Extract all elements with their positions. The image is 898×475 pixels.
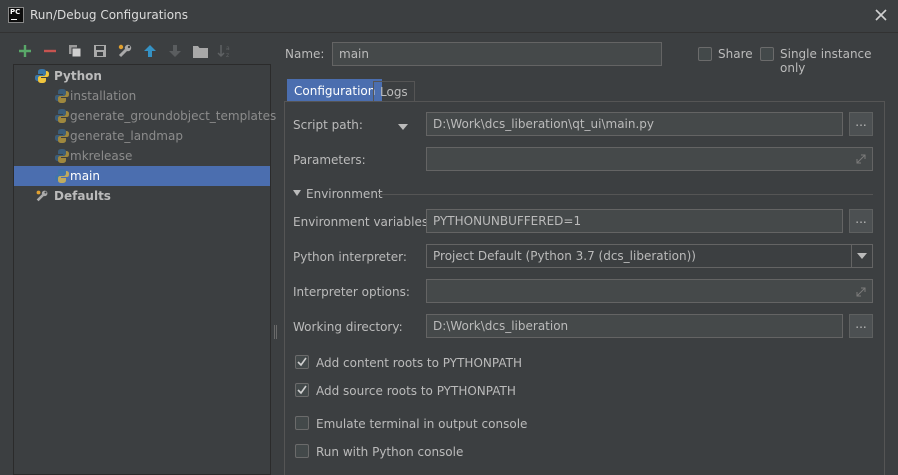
tree-item-label: installation [70,89,137,103]
script-path-type-dropdown[interactable] [398,120,408,134]
close-button[interactable] [872,6,890,24]
tree-item-label: generate_landmap [70,129,183,143]
remove-icon [44,49,56,53]
select-divider [851,245,852,267]
python-icon [55,89,69,103]
interpreter-options-label: Interpreter options: [293,285,410,299]
working-directory-browse-button[interactable]: ... [849,314,873,338]
environment-variables-edit-button[interactable]: ... [849,209,873,233]
wrench-icon [118,44,132,58]
close-icon [875,9,887,21]
script-path-field[interactable]: D:\Work\dcs_liberation\qt_ui\main.py [426,112,843,136]
working-directory-field[interactable]: D:\Work\dcs_liberation [426,314,843,338]
add-content-roots-checkbox[interactable] [295,355,309,369]
tree-item-label: generate_groundobject_templates [70,109,277,123]
environment-variables-field[interactable]: PYTHONUNBUFFERED=1 [426,209,843,233]
move-down-button[interactable] [166,42,184,60]
run-with-python-console-checkbox[interactable] [295,444,309,458]
sort-icon: az [217,45,230,59]
python-interpreter-label: Python interpreter: [293,250,407,264]
svg-text:z: z [226,52,229,59]
remove-button[interactable] [41,42,59,60]
window-title: Run/Debug Configurations [30,8,188,22]
tab-logs[interactable]: Logs [373,81,415,101]
tree-node-defaults-label: Defaults [54,189,111,203]
name-label: Name: [285,47,325,61]
parameters-field[interactable] [426,147,873,171]
add-button[interactable] [16,42,34,60]
save-button[interactable] [91,42,109,60]
tree-item-mkrelease[interactable]: mkrelease [14,146,270,166]
svg-text:a: a [226,45,230,52]
save-icon [94,45,106,57]
move-up-button[interactable] [141,42,159,60]
section-collapse-icon[interactable] [293,190,301,196]
python-icon [55,149,69,163]
tree-node-python-label: Python [54,69,102,83]
share-checkbox[interactable] [698,47,712,61]
add-icon [19,45,31,57]
section-divider [378,194,873,195]
tree-item-generate-landmap[interactable]: generate_landmap [14,126,270,146]
environment-section-label: Environment [306,187,383,201]
emulate-terminal-label: Emulate terminal in output console [316,417,528,431]
single-instance-checkbox[interactable] [760,47,774,61]
copy-icon [69,45,82,58]
chevron-down-icon [398,124,408,130]
expand-icon[interactable] [856,154,866,164]
checkmark-icon [297,357,307,367]
python-interpreter-select[interactable]: Project Default (Python 3.7 (dcs_liberat… [426,244,873,268]
checkmark-icon [297,385,307,395]
folder-button[interactable] [191,42,209,60]
add-source-roots-label: Add source roots to PYTHONPATH [316,384,516,398]
move-down-icon [169,45,181,57]
edit-defaults-button[interactable] [116,42,134,60]
working-directory-label: Working directory: [293,320,403,334]
tree-node-defaults[interactable]: Defaults [14,186,270,206]
tree-item-label: main [70,169,100,183]
expand-icon[interactable] [856,287,866,297]
tree-item-installation[interactable]: installation [14,86,270,106]
tree-node-python[interactable]: Python [14,66,270,86]
add-content-roots-label: Add content roots to PYTHONPATH [316,356,522,370]
script-path-label: Script path: [293,118,363,132]
tab-configuration[interactable]: Configuration [287,79,383,101]
python-icon [55,109,69,123]
name-field[interactable]: main [332,42,662,66]
python-icon [55,129,69,143]
run-with-python-console-label: Run with Python console [316,445,464,459]
python-icon [35,69,49,83]
wrench-icon [36,190,48,202]
script-path-browse-button[interactable]: ... [849,112,873,136]
environment-variables-label: Environment variables: [293,215,433,229]
share-label: Share [718,47,753,61]
pycharm-logo-icon: PC [8,7,24,23]
folder-icon [192,45,208,58]
copy-button[interactable] [66,42,84,60]
interpreter-options-field[interactable] [426,279,873,303]
tree-item-main[interactable]: main [14,166,270,186]
splitter-handle[interactable] [274,325,277,339]
add-source-roots-checkbox[interactable] [295,383,309,397]
emulate-terminal-checkbox[interactable] [295,416,309,430]
move-up-icon [144,45,156,57]
sort-button[interactable]: az [216,42,234,60]
parameters-label: Parameters: [293,153,366,167]
configuration-tree: Python installation generate_groundobjec… [13,64,276,475]
chevron-down-icon[interactable] [857,253,867,260]
tree-item-label: mkrelease [70,149,133,163]
python-icon [55,169,69,183]
tree-item-generate-groundobject-templates[interactable]: generate_groundobject_templates [14,106,276,126]
single-instance-label: Single instance only [780,47,872,75]
